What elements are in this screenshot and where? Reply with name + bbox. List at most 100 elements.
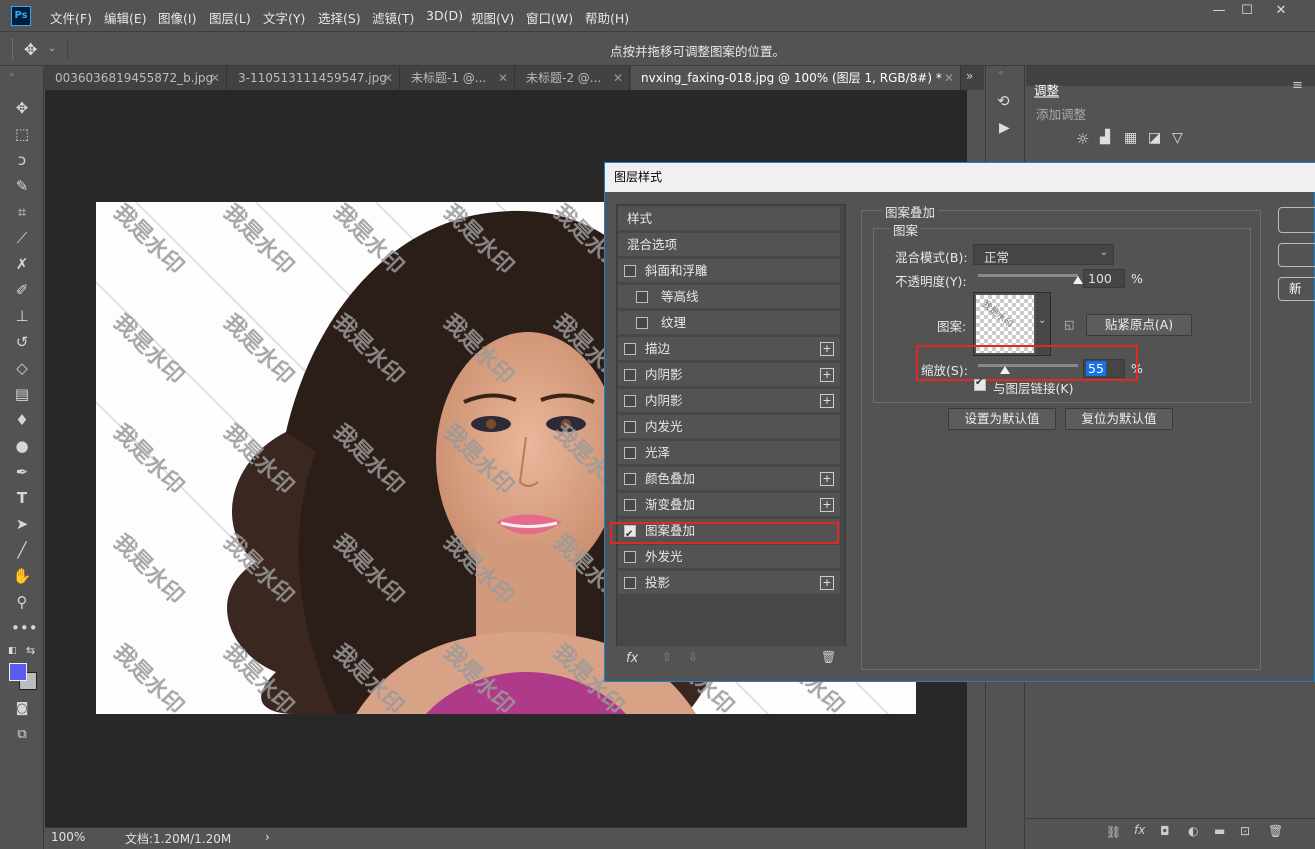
add-mask-icon[interactable]: ◘	[1160, 824, 1170, 838]
style-checkbox[interactable]	[636, 317, 648, 329]
style-checkbox[interactable]	[624, 395, 636, 407]
crop-tool-icon[interactable]: ⌗	[11, 201, 33, 223]
clone-stamp-tool-icon[interactable]: ⊥	[11, 305, 33, 327]
swap-colors-icon[interactable]: ⇆	[26, 644, 35, 657]
pen-tool-icon[interactable]: ✒	[11, 461, 33, 483]
quick-selection-tool-icon[interactable]: ✎	[11, 175, 33, 197]
tab-overflow-button[interactable]: »	[966, 69, 973, 83]
link-layer-checkbox[interactable]: ✔	[974, 377, 986, 391]
style-row[interactable]: 样式	[618, 207, 840, 231]
exposure-icon[interactable]: ◪	[1148, 130, 1161, 146]
style-row[interactable]: 等高线	[618, 285, 840, 309]
style-checkbox[interactable]	[624, 447, 636, 459]
adjustment-layer-icon[interactable]: ◐	[1188, 824, 1198, 838]
menu-item[interactable]: 3D(D)	[426, 8, 463, 23]
document-tab[interactable]: nvxing_faxing-018.jpg @ 100% (图层 1, RGB/…	[631, 66, 961, 90]
panel-menu-icon[interactable]: ≡	[1292, 78, 1303, 93]
hand-tool-icon[interactable]: ✋	[11, 565, 33, 587]
style-row[interactable]: 斜面和浮雕	[618, 259, 840, 283]
close-icon[interactable]: ✕	[498, 66, 508, 90]
group-folder-icon[interactable]: ▬	[1214, 824, 1225, 838]
tab-adjustments[interactable]: 调整	[1034, 80, 1060, 98]
vibrance-icon[interactable]: ▽	[1172, 130, 1183, 146]
style-checkbox[interactable]	[624, 499, 636, 511]
style-row[interactable]: 渐变叠加 +	[618, 493, 840, 517]
style-row[interactable]: 外发光	[618, 545, 840, 569]
move-down-icon[interactable]: ⇩	[688, 650, 698, 664]
type-tool-icon[interactable]: T	[11, 487, 33, 509]
menu-item[interactable]: 文件(F)	[50, 8, 92, 27]
foreground-color-swatch[interactable]	[9, 663, 27, 681]
opacity-slider-track[interactable]	[978, 274, 1078, 277]
add-effect-plus-icon[interactable]: +	[820, 498, 834, 512]
default-colors-icon[interactable]: ◧	[8, 646, 17, 656]
add-effect-plus-icon[interactable]: +	[820, 576, 834, 590]
actions-play-icon[interactable]: ▶	[999, 120, 1010, 136]
move-up-icon[interactable]: ⇧	[662, 650, 672, 664]
style-row[interactable]: 颜色叠加 +	[618, 467, 840, 491]
ok-button[interactable]	[1278, 207, 1315, 233]
new-style-button[interactable]: 新	[1278, 277, 1315, 301]
blend-mode-select[interactable]: 正常 ⌄	[973, 244, 1114, 265]
style-checkbox[interactable]	[624, 421, 636, 433]
opacity-slider-thumb[interactable]	[1073, 276, 1083, 284]
line-tool-icon[interactable]: ╱	[11, 539, 33, 561]
toolbar-collapse-icon[interactable]: »	[9, 70, 15, 80]
gradient-tool-icon[interactable]: ▤	[11, 383, 33, 405]
add-effect-plus-icon[interactable]: +	[820, 394, 834, 408]
dodge-tool-icon[interactable]: ●	[11, 435, 33, 457]
lasso-tool-icon[interactable]: ↄ	[11, 149, 33, 171]
add-effect-plus-icon[interactable]: +	[820, 368, 834, 382]
marquee-tool-icon[interactable]: ⬚	[11, 123, 33, 145]
move-tool-icon[interactable]: ✥	[24, 40, 37, 59]
style-row[interactable]: 光泽	[618, 441, 840, 465]
style-row[interactable]: 投影 +	[618, 571, 840, 595]
close-icon[interactable]: ✕	[613, 66, 623, 90]
new-layer-icon[interactable]: ⊡	[1240, 824, 1250, 838]
zoom-level[interactable]: 100%	[51, 830, 85, 844]
path-selection-tool-icon[interactable]: ➤	[11, 513, 33, 535]
new-preset-icon[interactable]: ◱	[1064, 318, 1074, 331]
fx-icon[interactable]: fx	[1134, 823, 1145, 837]
style-row[interactable]: 混合选项	[618, 233, 840, 257]
style-row[interactable]: 内发光	[618, 415, 840, 439]
menu-item[interactable]: 帮助(H)	[585, 8, 629, 27]
minimize-button[interactable]: —	[1208, 3, 1230, 19]
screen-mode-icon[interactable]: ⧉	[11, 724, 33, 746]
style-row[interactable]: 内阴影 +	[618, 363, 840, 387]
menu-item[interactable]: 窗口(W)	[526, 8, 573, 27]
cancel-button[interactable]	[1278, 243, 1315, 267]
menu-item[interactable]: 视图(V)	[471, 8, 514, 27]
add-effect-plus-icon[interactable]: +	[820, 342, 834, 356]
menu-item[interactable]: 文字(Y)	[263, 8, 305, 27]
style-checkbox[interactable]	[624, 551, 636, 563]
brightness-icon[interactable]: ☼	[1076, 130, 1089, 148]
snap-to-origin-button[interactable]: 贴紧原点(A)	[1086, 314, 1192, 336]
dock-collapse-icon[interactable]: «	[998, 68, 1004, 78]
style-checkbox[interactable]	[636, 291, 648, 303]
fx-menu-icon[interactable]: fx	[626, 651, 638, 666]
style-checkbox[interactable]	[624, 343, 636, 355]
close-icon[interactable]: ✕	[210, 66, 220, 90]
history-brush-tool-icon[interactable]: ↺	[11, 331, 33, 353]
close-icon[interactable]: ✕	[383, 66, 393, 90]
style-row[interactable]: 纹理	[618, 311, 840, 335]
close-window-button[interactable]: ✕	[1270, 3, 1292, 19]
style-checkbox[interactable]	[624, 369, 636, 381]
link-layers-icon[interactable]: ⛓	[1106, 825, 1121, 839]
menu-item[interactable]: 滤镜(T)	[372, 8, 414, 27]
brush-tool-icon[interactable]: ✐	[11, 279, 33, 301]
close-icon[interactable]: ✕	[944, 66, 954, 90]
blur-tool-icon[interactable]: ♦	[11, 409, 33, 431]
menu-item[interactable]: 编辑(E)	[104, 8, 147, 27]
style-row[interactable]: 描边 +	[618, 337, 840, 361]
document-tab[interactable]: 0036036819455872_b.jpg ✕	[45, 66, 227, 90]
eyedropper-tool-icon[interactable]: ⟋	[11, 227, 33, 249]
delete-layer-icon[interactable]: 🗑	[1268, 824, 1283, 838]
move-tool-icon[interactable]: ✥	[11, 97, 33, 119]
style-checkbox[interactable]	[624, 577, 636, 589]
history-panel-icon[interactable]: ⟲	[997, 92, 1010, 110]
eraser-tool-icon[interactable]: ◇	[11, 357, 33, 379]
quick-mask-icon[interactable]: ◙	[11, 698, 33, 720]
status-menu-arrow[interactable]: ›	[265, 830, 270, 844]
